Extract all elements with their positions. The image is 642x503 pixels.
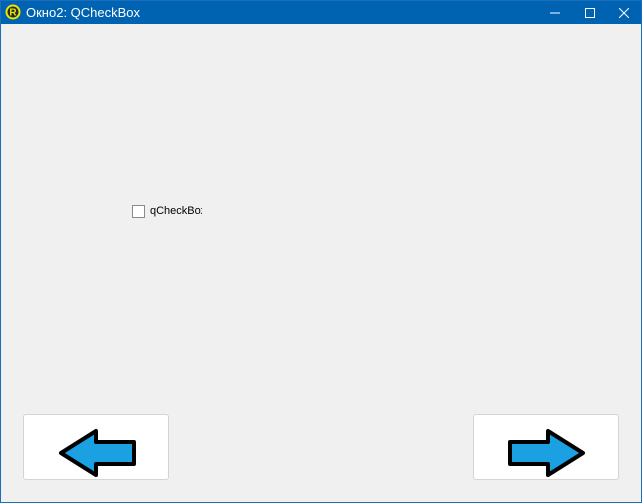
- checkbox-indicator[interactable]: [132, 205, 145, 218]
- forward-button[interactable]: [473, 414, 619, 480]
- minimize-icon: [550, 12, 560, 13]
- svg-text:R: R: [9, 8, 17, 19]
- r-logo-icon: R: [5, 4, 21, 20]
- main-window: R Окно2: QCheckBox qCheckBox: [0, 0, 642, 503]
- window-title: Окно2: QCheckBox: [26, 5, 141, 20]
- maximize-icon: [585, 7, 595, 18]
- minimize-button[interactable]: [536, 1, 574, 24]
- client-area: qCheckBox: [1, 24, 641, 502]
- arrow-left-icon: [59, 429, 136, 477]
- qcheckbox[interactable]: qCheckBox: [132, 204, 202, 220]
- close-button[interactable]: [605, 1, 641, 24]
- maximize-button[interactable]: [571, 1, 609, 24]
- checkbox-label: qCheckBox: [150, 205, 202, 217]
- close-icon: [619, 7, 629, 18]
- arrow-right-icon: [508, 429, 585, 477]
- back-button[interactable]: [23, 414, 169, 480]
- title-bar[interactable]: R Окно2: QCheckBox: [1, 1, 641, 24]
